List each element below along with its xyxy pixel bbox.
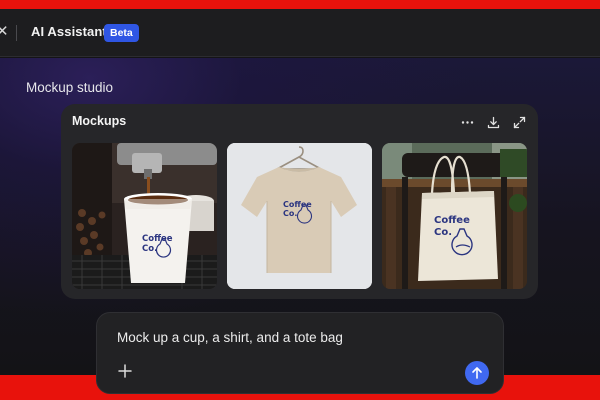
shirt-image: Coffee Co.: [227, 143, 372, 289]
tote-logo-line1: Coffee: [434, 215, 470, 226]
title-divider: [16, 25, 17, 41]
shirt-mockup[interactable]: Coffee Co.: [227, 143, 372, 289]
section-label: Mockup studio: [26, 80, 114, 95]
shirt-logo-line2: Co.: [283, 209, 297, 218]
cup-image: Coffee Co.: [72, 143, 217, 289]
app-title: AI Assistant: [31, 24, 107, 39]
plus-icon[interactable]: [117, 363, 133, 379]
close-icon[interactable]: ✕: [0, 24, 9, 40]
arrow-up-icon: [472, 367, 482, 379]
tote-bag-image: Coffee Co.: [382, 143, 527, 289]
shirt-logo-line1: Coffee: [283, 200, 312, 209]
expand-icon[interactable]: [513, 116, 526, 129]
cup-logo-line2: Co.: [142, 244, 157, 254]
beta-badge: Beta: [104, 24, 139, 42]
tote-bag-mockup[interactable]: Coffee Co.: [382, 143, 527, 289]
prompt-input[interactable]: Mock up a cup, a shirt, and a tote bag: [117, 330, 343, 345]
title-bar: ✕ AI Assistant Beta: [0, 9, 600, 57]
download-icon[interactable]: [487, 116, 500, 129]
card-actions: [461, 116, 526, 132]
tote-logo-line2: Co.: [434, 227, 452, 238]
cup-mockup[interactable]: Coffee Co.: [72, 143, 217, 289]
send-button[interactable]: [465, 361, 489, 385]
mockups-card: Mockups Coffee Co. Coffee Co. Coffee Co.: [61, 104, 538, 299]
cup-logo-line1: Coffee: [142, 234, 173, 244]
more-options-icon[interactable]: [461, 116, 474, 129]
prompt-box[interactable]: Mock up a cup, a shirt, and a tote bag: [96, 312, 504, 394]
card-title: Mockups: [72, 114, 127, 128]
